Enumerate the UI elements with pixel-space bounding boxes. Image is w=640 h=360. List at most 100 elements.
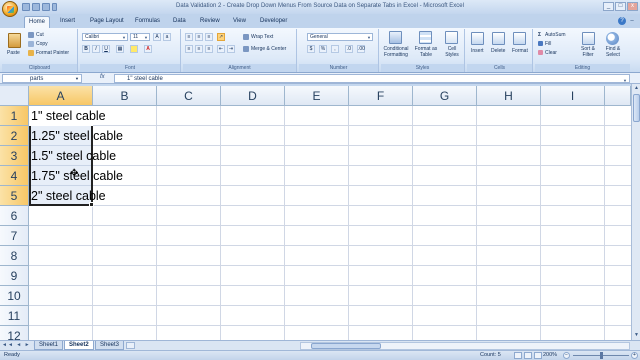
increase-decimal-icon[interactable]: .0: [345, 45, 353, 53]
insert-sheet-icon[interactable]: [126, 342, 135, 349]
grow-font-button[interactable]: A: [153, 33, 161, 41]
font-size-combo[interactable]: 11 ▼: [130, 33, 150, 41]
column-header-f[interactable]: F: [349, 86, 413, 106]
row-header-5[interactable]: 5: [0, 186, 29, 206]
tab-formulas[interactable]: Formulas: [131, 16, 164, 28]
zoom-slider-thumb[interactable]: [600, 352, 603, 359]
doc-minimize-icon[interactable]: –: [628, 17, 636, 25]
column-header-a[interactable]: A: [29, 86, 93, 106]
borders-icon[interactable]: ▦: [116, 45, 124, 53]
cell-a1[interactable]: 1" steel cable: [31, 106, 106, 126]
normal-view-icon[interactable]: [514, 352, 522, 359]
row-header-11[interactable]: 11: [0, 306, 29, 326]
decrease-indent-icon[interactable]: ⇤: [217, 45, 225, 53]
column-header-g[interactable]: G: [413, 86, 477, 106]
number-format-combo[interactable]: General ▼: [307, 33, 373, 41]
cut-button[interactable]: Cut: [36, 32, 44, 38]
column-header-d[interactable]: D: [221, 86, 285, 106]
row-header-6[interactable]: 6: [0, 206, 29, 226]
row-header-9[interactable]: 9: [0, 266, 29, 286]
clear-button[interactable]: Clear: [545, 50, 557, 56]
italic-button[interactable]: I: [92, 45, 100, 53]
comma-button[interactable]: ,: [331, 45, 339, 53]
scroll-up-icon[interactable]: ▲: [633, 85, 640, 92]
tab-data[interactable]: Data: [169, 16, 190, 28]
column-header-b[interactable]: B: [93, 86, 157, 106]
column-header-partial[interactable]: [605, 86, 631, 106]
column-header-i[interactable]: I: [541, 86, 605, 106]
decrease-decimal-icon[interactable]: .00: [357, 45, 365, 53]
fill-color-icon[interactable]: [130, 45, 138, 53]
increase-indent-icon[interactable]: ⇥: [227, 45, 235, 53]
sheet-tab-sheet3[interactable]: Sheet3: [95, 341, 125, 350]
page-break-view-icon[interactable]: [534, 352, 542, 359]
currency-button[interactable]: $: [307, 45, 315, 53]
tab-view[interactable]: View: [229, 16, 250, 28]
worksheet-grid[interactable]: A B C D E F G H I 1 2 3 4 5 6 7 8 9 10 1…: [0, 86, 631, 340]
align-right-icon[interactable]: ≡: [205, 45, 213, 53]
underline-button[interactable]: U: [102, 45, 110, 53]
expand-formula-icon[interactable]: ▼: [623, 77, 627, 85]
minimize-button[interactable]: _: [603, 2, 614, 11]
merge-center-button[interactable]: Merge & Center: [251, 46, 286, 52]
format-button[interactable]: Format: [512, 48, 528, 54]
fx-icon[interactable]: fx: [100, 74, 105, 80]
orientation-icon[interactable]: ↗: [217, 33, 225, 41]
row-header-7[interactable]: 7: [0, 226, 29, 246]
cell-styles-button[interactable]: Cell Styles: [441, 46, 463, 58]
zoom-level[interactable]: 200%: [543, 351, 557, 360]
cell-a3[interactable]: 1.5" steel cable: [31, 146, 116, 166]
office-button[interactable]: [2, 1, 18, 17]
zoom-out-button[interactable]: −: [563, 352, 570, 359]
sort-filter-button[interactable]: Sort & Filter: [577, 46, 599, 58]
cell-a5[interactable]: 2" steel cable: [31, 186, 106, 206]
align-middle-icon[interactable]: ≡: [195, 33, 203, 41]
help-icon[interactable]: ?: [618, 17, 626, 25]
align-top-icon[interactable]: ≡: [185, 33, 193, 41]
tab-insert[interactable]: Insert: [56, 16, 79, 28]
insert-button[interactable]: Insert: [471, 48, 484, 54]
fill-button[interactable]: Fill: [545, 41, 551, 47]
format-painter-button[interactable]: Format Painter: [36, 50, 69, 56]
find-select-button[interactable]: Find & Select: [601, 46, 625, 58]
zoom-in-button[interactable]: +: [631, 352, 638, 359]
shrink-font-button[interactable]: a: [163, 33, 171, 41]
font-color-icon[interactable]: A: [144, 45, 152, 53]
align-center-icon[interactable]: ≡: [195, 45, 203, 53]
maximize-button[interactable]: □: [615, 2, 626, 11]
formula-input[interactable]: 1" steel cable ▼: [114, 74, 630, 83]
column-header-e[interactable]: E: [285, 86, 349, 106]
align-left-icon[interactable]: ≡: [185, 45, 193, 53]
align-bottom-icon[interactable]: ≡: [205, 33, 213, 41]
paste-icon[interactable]: [8, 33, 21, 48]
row-header-3[interactable]: 3: [0, 146, 29, 166]
tab-review[interactable]: Review: [196, 16, 224, 28]
row-header-2[interactable]: 2: [0, 126, 29, 146]
copy-button[interactable]: Copy: [36, 41, 48, 47]
row-header-10[interactable]: 10: [0, 286, 29, 306]
sheet-tab-sheet1[interactable]: Sheet1: [34, 341, 64, 350]
vertical-scrollbar[interactable]: ▲ ▼: [631, 84, 640, 340]
vertical-scroll-thumb[interactable]: [633, 94, 640, 122]
cell-a2[interactable]: 1.25" steel cable: [31, 126, 123, 146]
bold-button[interactable]: B: [82, 45, 90, 53]
close-button[interactable]: x: [627, 2, 638, 11]
tab-home[interactable]: Home: [24, 16, 51, 28]
row-header-8[interactable]: 8: [0, 246, 29, 266]
percent-button[interactable]: %: [319, 45, 327, 53]
select-all-corner[interactable]: [0, 86, 29, 106]
wrap-text-button[interactable]: Wrap Text: [251, 34, 273, 40]
delete-button[interactable]: Delete: [491, 48, 505, 54]
row-header-12[interactable]: 12: [0, 326, 29, 340]
horizontal-scroll-thumb[interactable]: [311, 343, 381, 349]
tab-page-layout[interactable]: Page Layout: [86, 16, 128, 28]
column-header-c[interactable]: C: [157, 86, 221, 106]
paste-button[interactable]: Paste: [7, 50, 20, 56]
row-header-4[interactable]: 4: [0, 166, 29, 186]
font-name-combo[interactable]: Calibri ▼: [82, 33, 128, 41]
format-as-table-button[interactable]: Format as Table: [413, 46, 439, 58]
conditional-formatting-button[interactable]: Conditional Formatting: [380, 46, 412, 58]
autosum-button[interactable]: AutoSum: [545, 32, 566, 38]
horizontal-scrollbar[interactable]: [300, 342, 630, 350]
sheet-tab-sheet2[interactable]: Sheet2: [64, 341, 94, 350]
